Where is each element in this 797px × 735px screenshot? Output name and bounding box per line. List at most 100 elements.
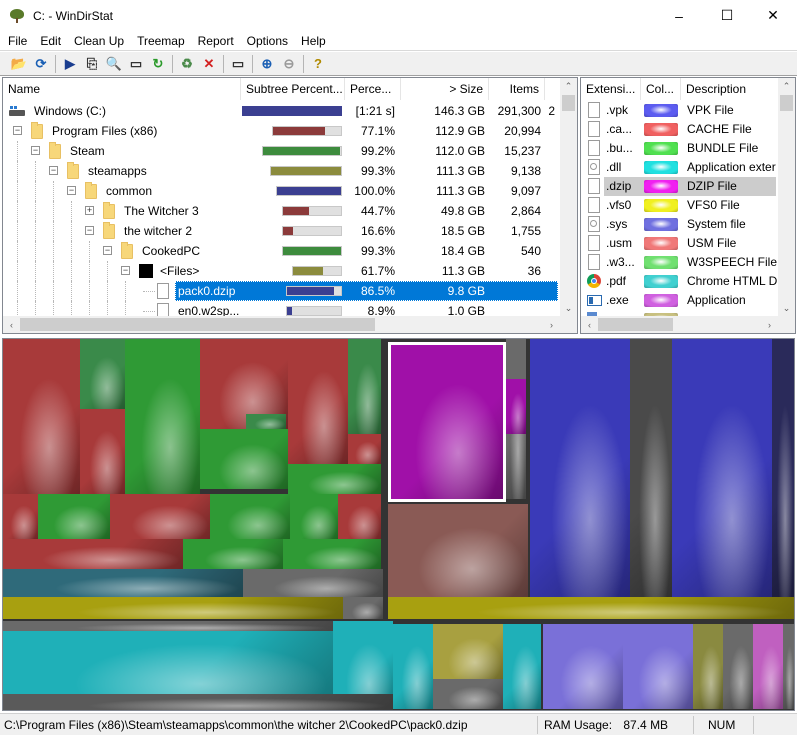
extension-row[interactable]: .dll Application exter (581, 158, 778, 177)
explorer-button[interactable]: 🔍 (103, 54, 125, 74)
treemap-tile[interactable] (110, 494, 210, 539)
treemap-tile[interactable] (693, 624, 723, 709)
tree-vertical-scrollbar[interactable]: ⌃ ⌄ (560, 78, 577, 317)
collapse-icon[interactable]: − (67, 186, 76, 195)
treemap-tile[interactable] (753, 624, 783, 709)
zoom-out-button[interactable]: ⊖ (278, 54, 300, 74)
extension-row[interactable]: .w3... W3SPEECH File (581, 253, 778, 272)
menu-help[interactable]: Help (293, 34, 331, 48)
treemap-view[interactable] (2, 338, 795, 711)
column-header-name[interactable]: Name (3, 78, 241, 100)
tree-row[interactable]: Windows (C:) [1:21 s] 146.3 GB 291,300 2 (3, 101, 559, 121)
column-header-description[interactable]: Description (681, 78, 779, 100)
collapse-icon[interactable]: − (85, 226, 94, 235)
treemap-tile[interactable] (503, 624, 541, 709)
treemap-tile[interactable] (388, 504, 528, 597)
tree-hscroll-thumb[interactable] (20, 318, 375, 331)
treemap-tile[interactable] (343, 597, 383, 619)
tree-row[interactable]: − CookedPC 99.3% 18.4 GB 540 (3, 241, 559, 261)
extension-row[interactable]: .bu... BUNDLE File (581, 139, 778, 158)
copy-path-button[interactable]: ⎘ (81, 54, 103, 74)
treemap-tile[interactable] (3, 494, 38, 539)
extension-row[interactable]: .sys System file (581, 215, 778, 234)
ext-vscroll-thumb[interactable] (780, 95, 793, 111)
tree-vscroll-thumb[interactable] (562, 95, 575, 111)
tree-row[interactable]: pack0.dzip 86.5% 9.8 GB (3, 281, 559, 301)
menu-options[interactable]: Options (239, 34, 293, 48)
recycle-bin-button[interactable]: ♻ (176, 54, 198, 74)
scroll-up-icon[interactable]: ⌃ (560, 78, 577, 95)
column-header-items[interactable]: Items (489, 78, 545, 100)
treemap-tile[interactable] (506, 379, 526, 434)
scroll-up-icon[interactable]: ⌃ (778, 78, 795, 95)
scroll-right-icon[interactable]: › (543, 316, 560, 333)
treemap-tile[interactable] (80, 339, 125, 409)
menu-file[interactable]: File (0, 34, 32, 48)
collapse-icon[interactable]: − (121, 266, 130, 275)
treemap-tile[interactable] (200, 429, 288, 489)
treemap-tile[interactable] (3, 539, 183, 569)
collapse-icon[interactable]: − (49, 166, 58, 175)
extension-row[interactable]: .dzip DZIP File (581, 177, 778, 196)
extension-row[interactable]: .vpk VPK File (581, 101, 778, 120)
treemap-tile[interactable] (3, 339, 80, 494)
extension-row[interactable]: .ca... CACHE File (581, 120, 778, 139)
ext-hscroll-thumb[interactable] (598, 318, 673, 331)
treemap-tile[interactable] (338, 494, 381, 539)
extension-row[interactable]: .pdf Chrome HTML D (581, 272, 778, 291)
menu-edit[interactable]: Edit (32, 34, 66, 48)
tree-row[interactable]: − steamapps 99.3% 111.3 GB 9,138 (3, 161, 559, 181)
treemap-tile[interactable] (623, 624, 693, 709)
treemap-tile[interactable] (783, 624, 794, 709)
scroll-down-icon[interactable]: ⌄ (560, 300, 577, 317)
tree-row[interactable]: + The Witcher 3 44.7% 49.8 GB 2,864 (3, 201, 559, 221)
column-header-subtree-percent[interactable]: Subtree Percent... (241, 78, 345, 100)
treemap-tile[interactable] (38, 494, 110, 539)
scroll-down-icon[interactable]: ⌄ (778, 300, 795, 317)
treemap-tile[interactable] (433, 624, 503, 679)
treemap-tile[interactable] (3, 621, 333, 631)
collapse-icon[interactable]: − (31, 146, 40, 155)
treemap-tile[interactable] (243, 569, 383, 597)
column-header-percent[interactable]: Perce... (345, 78, 401, 100)
column-header-color[interactable]: Col... (641, 78, 681, 100)
treemap-tile[interactable] (125, 339, 200, 494)
treemap-tile[interactable] (3, 569, 243, 597)
maximize-button[interactable]: ☐ (704, 0, 750, 31)
help-button[interactable]: ? (307, 54, 329, 74)
treemap-tile[interactable] (183, 539, 283, 569)
menu-treemap[interactable]: Treemap (129, 34, 190, 48)
treemap-tile[interactable] (348, 339, 381, 434)
ext-vertical-scrollbar[interactable]: ⌃ ⌄ (778, 78, 795, 317)
treemap-tile[interactable] (288, 464, 381, 494)
treemap-tile[interactable] (543, 624, 623, 709)
menu-clean-up[interactable]: Clean Up (66, 34, 129, 48)
tree-row[interactable]: − the witcher 2 16.6% 18.5 GB 1,755 (3, 221, 559, 241)
scroll-right-icon[interactable]: › (761, 316, 778, 333)
expand-icon[interactable]: + (85, 206, 94, 215)
extension-row[interactable]: .vfs0 VFS0 File (581, 196, 778, 215)
properties-button[interactable]: ▭ (227, 54, 249, 74)
open-button[interactable]: 📂 (8, 54, 30, 74)
treemap-tile[interactable] (348, 434, 381, 464)
treemap-tile[interactable] (433, 679, 503, 709)
cmd-prompt-button[interactable]: ▭ (125, 54, 147, 74)
treemap-tile[interactable] (210, 494, 290, 539)
selected-treemap-tile[interactable] (388, 342, 506, 502)
collapse-icon[interactable]: − (13, 126, 22, 135)
tree-row[interactable]: − common 100.0% 111.3 GB 9,097 (3, 181, 559, 201)
scroll-left-icon[interactable]: ‹ (581, 316, 598, 333)
treemap-tile[interactable] (772, 339, 794, 597)
extension-row[interactable]: .exe Application (581, 291, 778, 310)
tree-row[interactable]: − Program Files (x86) 77.1% 112.9 GB 20,994 (3, 121, 559, 141)
collapse-icon[interactable]: − (103, 246, 112, 255)
tree-horizontal-scrollbar[interactable]: ‹ › (3, 316, 560, 333)
tree-row[interactable]: − Steam 99.2% 112.0 GB 15,237 (3, 141, 559, 161)
menu-report[interactable]: Report (190, 34, 239, 48)
scroll-left-icon[interactable]: ‹ (3, 316, 20, 333)
treemap-tile[interactable] (246, 414, 286, 429)
treemap-tile[interactable] (3, 597, 343, 619)
minimize-button[interactable]: – (656, 0, 702, 31)
treemap-tile[interactable] (393, 624, 433, 709)
close-button[interactable]: ✕ (750, 0, 796, 31)
